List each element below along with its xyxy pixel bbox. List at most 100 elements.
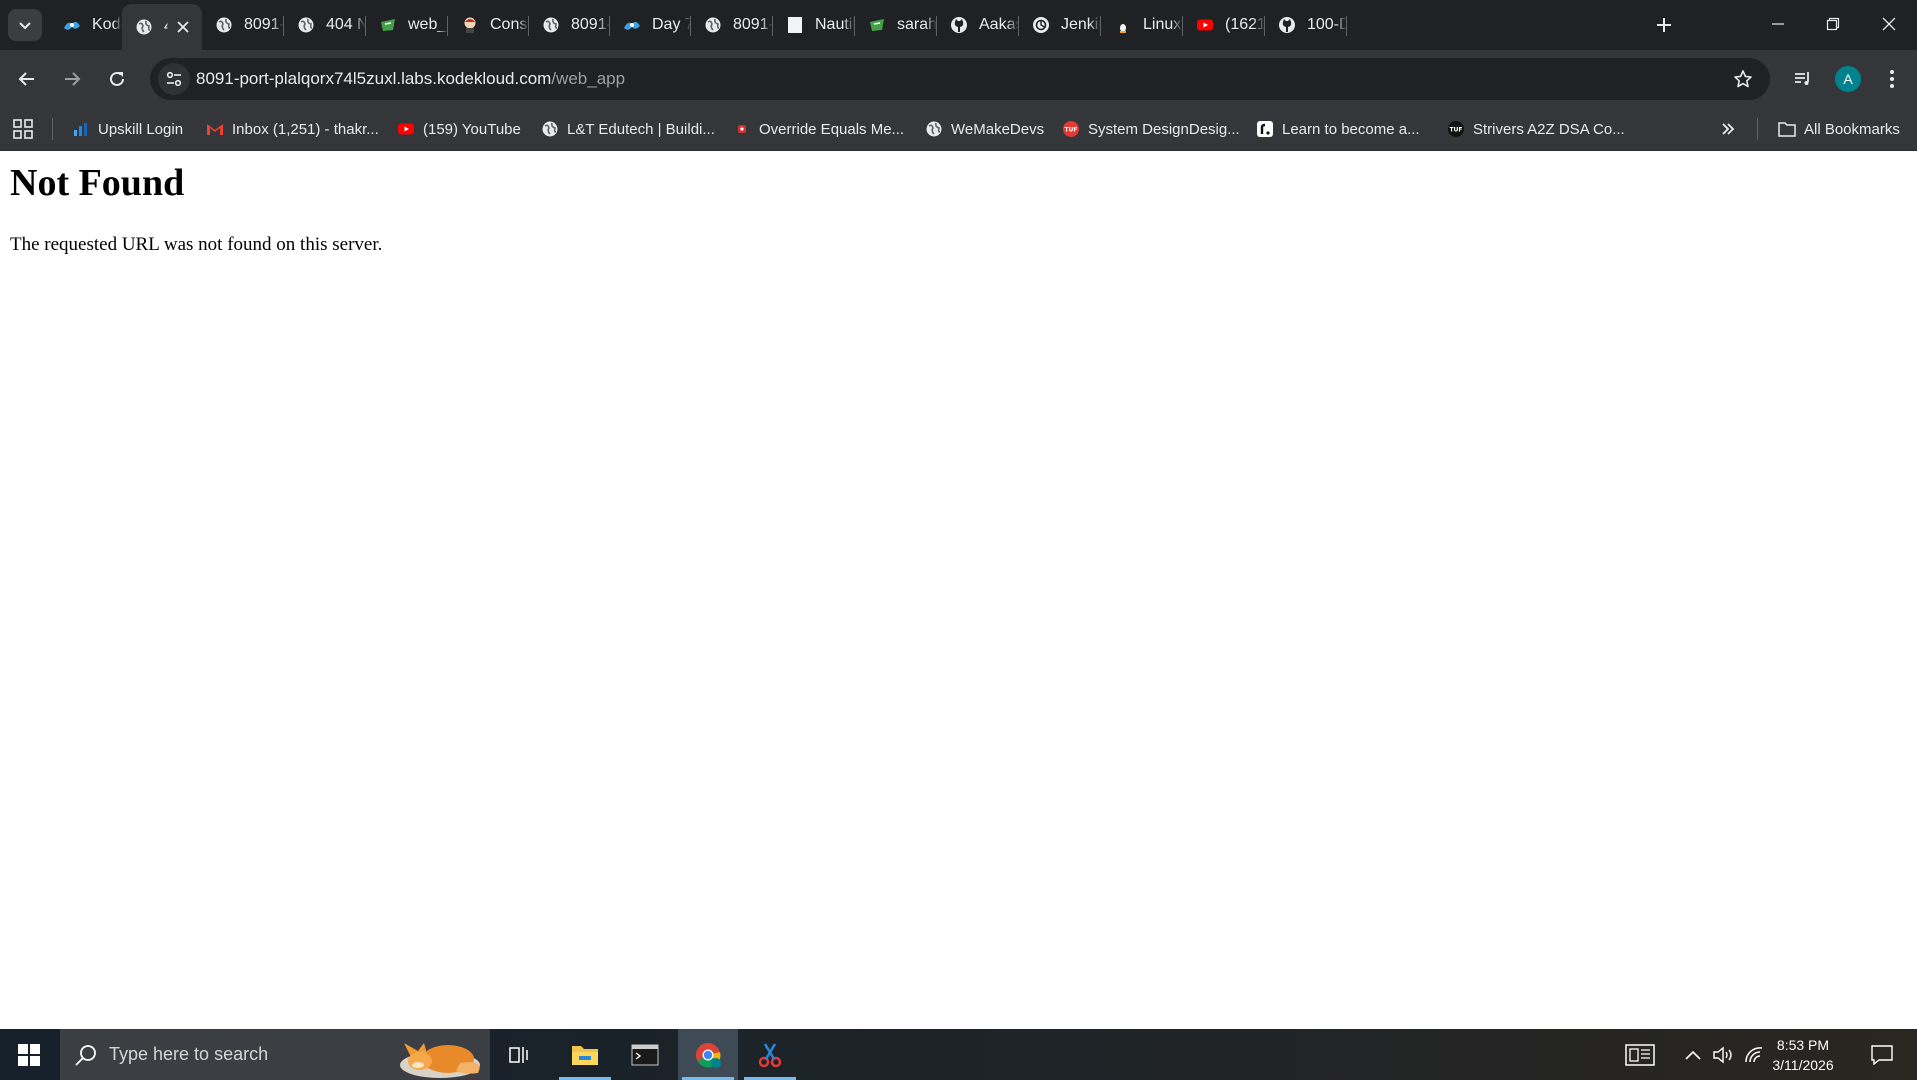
gmail-icon bbox=[206, 120, 224, 138]
browser-toolbar: 8091-port-plalqorx74l5zuxl.labs.kodeklou… bbox=[0, 50, 1917, 108]
browser-tab[interactable]: Kodek bbox=[50, 6, 122, 44]
search-icon bbox=[75, 1045, 96, 1066]
bookmark-star-button[interactable] bbox=[1728, 64, 1758, 94]
bookmarks-bar: Upskill Login Inbox (1,251) - thakr... (15… bbox=[0, 108, 1917, 151]
tab-title: Kodek bbox=[92, 16, 122, 33]
new-tab-button[interactable] bbox=[1648, 9, 1680, 41]
globe-icon bbox=[703, 15, 723, 35]
address-bar[interactable]: 8091-port-plalqorx74l5zuxl.labs.kodeklou… bbox=[150, 58, 1770, 100]
close-icon bbox=[1882, 17, 1896, 31]
speaker-icon bbox=[1713, 1046, 1732, 1063]
bookmark-label: (159) YouTube bbox=[423, 120, 521, 138]
github-icon bbox=[949, 15, 969, 35]
close-tab-icon[interactable] bbox=[172, 16, 194, 38]
back-button[interactable] bbox=[9, 61, 45, 97]
youtube-icon bbox=[1195, 15, 1215, 35]
tab-title: web_a bbox=[408, 16, 448, 33]
kodekloud-green-icon bbox=[378, 15, 398, 35]
chrome-button[interactable] bbox=[678, 1029, 738, 1080]
start-button[interactable] bbox=[0, 1029, 58, 1080]
tab-title: Jenkin bbox=[1061, 16, 1101, 33]
arrow-left-icon bbox=[18, 72, 34, 86]
media-queue-icon bbox=[1795, 72, 1809, 85]
profile-avatar[interactable]: A bbox=[1835, 66, 1861, 92]
wifi-icon bbox=[1745, 1046, 1763, 1062]
news-widget-button[interactable] bbox=[1620, 1029, 1660, 1080]
browser-tab[interactable]: 8091- bbox=[691, 6, 773, 44]
forward-button[interactable] bbox=[54, 61, 90, 97]
system-clock[interactable]: 8:53 PM 3/11/2026 bbox=[1770, 1035, 1836, 1075]
browser-menu-button[interactable] bbox=[1874, 61, 1910, 97]
browser-tab[interactable]: 8091- bbox=[202, 6, 284, 44]
task-view-icon bbox=[509, 1046, 528, 1063]
browser-tab[interactable]: Nautil bbox=[773, 6, 855, 44]
browser-tab[interactable]: Day 7 bbox=[610, 6, 691, 44]
tux-icon bbox=[1113, 15, 1133, 35]
url-path: /web_app bbox=[551, 69, 626, 88]
site-info-button[interactable] bbox=[158, 63, 190, 95]
bookmark-item[interactable]: L&T Edutech | Buildi... bbox=[541, 117, 715, 141]
close-window-button[interactable] bbox=[1861, 0, 1917, 48]
tab-title: 100-D bbox=[1307, 16, 1347, 33]
windows-taskbar: Type here to search 8:53 PM 3/11/2026 bbox=[0, 1029, 1917, 1080]
browser-tab[interactable]: Conso bbox=[448, 6, 529, 44]
volume-button[interactable] bbox=[1710, 1029, 1738, 1080]
all-bookmarks-button[interactable]: All Bookmarks bbox=[1778, 117, 1900, 141]
restore-icon bbox=[1826, 17, 1840, 31]
url-text[interactable]: 8091-port-plalqorx74l5zuxl.labs.kodeklou… bbox=[196, 69, 625, 89]
tab-title: Nautil bbox=[815, 16, 855, 33]
folder-explorer-icon bbox=[572, 1045, 598, 1065]
tab-title: sarah/ bbox=[897, 16, 937, 33]
browser-tab[interactable]: 100-D bbox=[1265, 6, 1347, 44]
snipping-tool-button[interactable] bbox=[740, 1029, 800, 1080]
bookmark-item[interactable]: Override Equals Me... bbox=[733, 117, 904, 141]
globe-icon bbox=[134, 17, 154, 37]
browser-tab[interactable]: 40 bbox=[122, 4, 202, 50]
browser-tab[interactable]: 8091- bbox=[529, 6, 610, 44]
apps-button[interactable] bbox=[12, 118, 34, 140]
chrome-icon bbox=[695, 1042, 721, 1068]
bookmark-item[interactable]: TUF Strivers A2Z DSA Co... bbox=[1447, 117, 1625, 141]
more-vert-icon bbox=[1890, 70, 1894, 88]
minimize-icon bbox=[1772, 23, 1784, 25]
bookmark-item[interactable]: (159) YouTube bbox=[397, 117, 521, 141]
url-host: 8091-port-plalqorx74l5zuxl.labs.kodeklou… bbox=[196, 69, 552, 88]
terminal-icon bbox=[631, 1043, 659, 1066]
bookmark-item[interactable]: Upskill Login bbox=[72, 117, 183, 141]
bookmark-item[interactable]: Learn to become a... bbox=[1256, 117, 1420, 141]
error-message: The requested URL was not found on this … bbox=[10, 234, 383, 255]
bookmark-item[interactable]: TUF System DesignDesig... bbox=[1062, 117, 1240, 141]
media-controls-button[interactable] bbox=[1785, 61, 1821, 97]
double-chevron-right-icon bbox=[1722, 123, 1735, 135]
network-button[interactable] bbox=[1740, 1029, 1768, 1080]
bookmark-item[interactable]: Inbox (1,251) - thakr... bbox=[206, 117, 379, 141]
task-view-button[interactable] bbox=[490, 1029, 550, 1080]
tuf-icon: TUF bbox=[1062, 120, 1080, 138]
bookmark-item[interactable]: WeMakeDevs bbox=[925, 117, 1044, 141]
chatgpt-icon bbox=[1031, 15, 1051, 35]
browser-tab[interactable]: Linux bbox=[1101, 6, 1183, 44]
taskbar-search-box[interactable]: Type here to search bbox=[60, 1029, 490, 1080]
more-bookmarks-button[interactable] bbox=[1717, 118, 1739, 140]
plus-icon bbox=[1657, 18, 1671, 32]
browser-tab[interactable]: Aakas bbox=[937, 6, 1019, 44]
browser-tab[interactable]: 404 N bbox=[284, 6, 366, 44]
tab-search-button[interactable] bbox=[8, 9, 42, 41]
bookmark-label: L&T Edutech | Buildi... bbox=[567, 120, 715, 138]
browser-tab[interactable]: web_a bbox=[366, 6, 448, 44]
restore-button[interactable] bbox=[1805, 0, 1861, 48]
bookmarks-separator bbox=[52, 118, 53, 140]
minimize-button[interactable] bbox=[1750, 0, 1806, 48]
browser-tab[interactable]: sarah/ bbox=[855, 6, 937, 44]
news-icon bbox=[1625, 1043, 1655, 1066]
show-hidden-icons-button[interactable] bbox=[1680, 1029, 1706, 1080]
tune-icon bbox=[166, 71, 182, 87]
browser-tab[interactable]: (1621) bbox=[1183, 6, 1265, 44]
terminal-button[interactable] bbox=[615, 1029, 675, 1080]
notification-center-button[interactable] bbox=[1862, 1029, 1902, 1080]
search-placeholder: Type here to search bbox=[109, 1044, 269, 1064]
reload-button[interactable] bbox=[99, 61, 135, 97]
tab-title: 8091- bbox=[733, 16, 773, 33]
browser-tab[interactable]: Jenkin bbox=[1019, 6, 1101, 44]
file-explorer-button[interactable] bbox=[555, 1029, 615, 1080]
